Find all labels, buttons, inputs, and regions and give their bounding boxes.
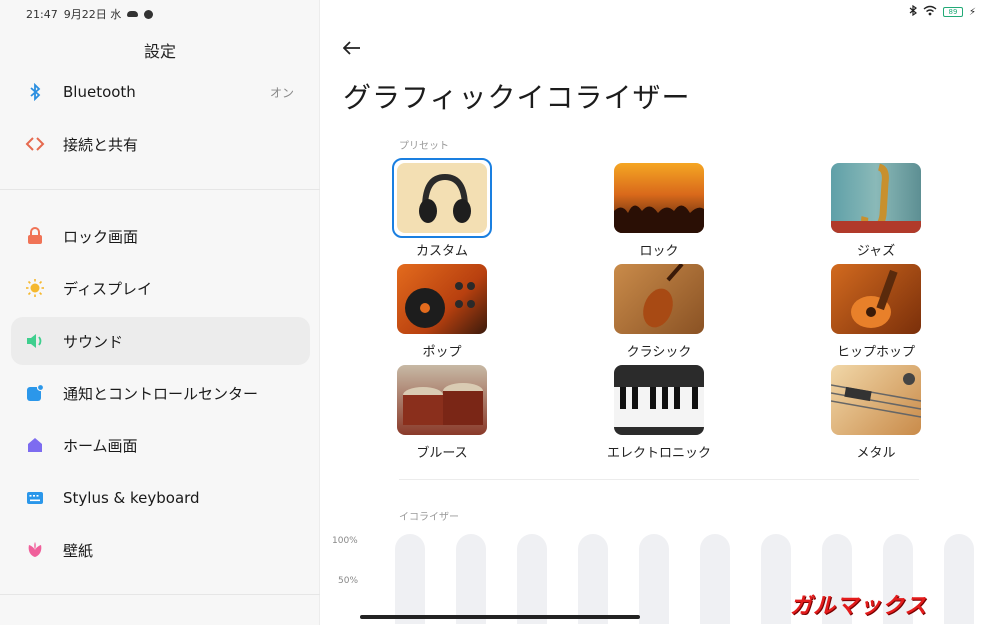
sidebar-item-label: 接続と共有 bbox=[63, 135, 139, 154]
settings-title: 設定 bbox=[143, 42, 176, 61]
settings-sidebar: 21:47 9月22日 水 設定 Bluetooth オン 接続と共有 ロック画… bbox=[0, 0, 320, 625]
sidebar-item-display[interactable]: ディスプレイ bbox=[11, 264, 310, 312]
preset-thumb-frame bbox=[826, 158, 926, 238]
headphones-image bbox=[397, 163, 487, 233]
preset-classic[interactable]: クラシック bbox=[594, 259, 724, 360]
sidebar-item-bluetooth[interactable]: Bluetooth オン bbox=[11, 68, 310, 116]
arrow-left-icon bbox=[343, 41, 360, 55]
saxophone-image bbox=[831, 163, 921, 233]
preset-electronic[interactable]: エレクトロニック bbox=[594, 360, 724, 461]
divider bbox=[0, 594, 320, 595]
sidebar-item-label: ホーム画面 bbox=[63, 436, 138, 455]
preset-label: ポップ bbox=[422, 345, 462, 360]
violin-image bbox=[614, 264, 704, 334]
eq-band-slider[interactable] bbox=[578, 534, 608, 624]
status-bar-right: 89 ⚡ bbox=[909, 4, 976, 19]
wifi-icon bbox=[923, 5, 937, 19]
preset-jazz[interactable]: ジャズ bbox=[811, 158, 941, 259]
preset-label: ジャズ bbox=[856, 244, 896, 259]
bluetooth-status-icon bbox=[909, 4, 917, 19]
preset-pop[interactable]: ポップ bbox=[377, 259, 507, 360]
sidebar-item-label: 通知とコントロールセンター bbox=[63, 384, 259, 403]
battery-level: 89 bbox=[948, 8, 958, 16]
charging-icon: ⚡ bbox=[968, 6, 976, 18]
preset-thumb-frame bbox=[826, 259, 926, 339]
preset-thumb-frame bbox=[609, 158, 709, 238]
eq-band-slider[interactable] bbox=[517, 534, 547, 624]
sidebar-item-lock-screen[interactable]: ロック画面 bbox=[11, 212, 310, 260]
preset-label: メタル bbox=[856, 446, 896, 461]
sidebar-item-stylus-keyboard[interactable]: Stylus & keyboard bbox=[11, 474, 310, 522]
battery-icon: 89 bbox=[942, 7, 963, 17]
eq-band-slider[interactable] bbox=[639, 534, 669, 624]
axis-label-100: 100% bbox=[332, 536, 358, 546]
cloud-icon bbox=[127, 11, 139, 17]
eq-band-slider[interactable] bbox=[700, 534, 730, 624]
divider bbox=[399, 479, 919, 480]
sidebar-item-label: 壁紙 bbox=[63, 541, 94, 560]
preset-label: ロック bbox=[639, 244, 679, 259]
sidebar-item-sound[interactable]: サウンド bbox=[11, 317, 310, 365]
sidebar-item-wallpaper[interactable]: 壁紙 bbox=[11, 526, 310, 574]
concert-image bbox=[614, 163, 704, 233]
divider bbox=[0, 189, 320, 190]
date: 9月22日 水 bbox=[63, 8, 122, 21]
preset-label: ブルース bbox=[416, 446, 468, 461]
notification-icon bbox=[25, 383, 45, 403]
share-icon bbox=[25, 134, 45, 154]
clock: 21:47 bbox=[26, 7, 58, 21]
home-icon bbox=[25, 435, 45, 455]
eq-band-slider[interactable] bbox=[395, 534, 425, 624]
preset-thumb-frame bbox=[392, 259, 492, 339]
home-indicator[interactable] bbox=[360, 615, 640, 619]
preset-rock[interactable]: ロック bbox=[594, 158, 724, 259]
sidebar-item-label: Stylus & keyboard bbox=[63, 489, 200, 507]
preset-metal[interactable]: メタル bbox=[811, 360, 941, 461]
preset-custom[interactable]: カスタム bbox=[377, 158, 507, 259]
preset-thumb-frame bbox=[609, 259, 709, 339]
eq-band-slider[interactable] bbox=[761, 534, 791, 624]
keyboard-icon bbox=[25, 488, 45, 508]
equalizer-page: 89 ⚡ グラフィックイコライザー プリセット カスタム ロック ジャズ ポップ… bbox=[321, 0, 1000, 625]
keyboard-piano-image bbox=[614, 365, 704, 435]
preset-label: ヒップホップ bbox=[836, 345, 915, 360]
lock-icon bbox=[25, 226, 45, 246]
presets-section-label: プリセット bbox=[399, 141, 449, 152]
sidebar-item-label: サウンド bbox=[63, 332, 124, 351]
preset-label: クラシック bbox=[626, 345, 692, 360]
watermark-logo: ガルマックス bbox=[790, 594, 928, 619]
status-bar-left: 21:47 9月22日 水 bbox=[26, 6, 154, 22]
bluetooth-icon bbox=[25, 82, 45, 102]
axis-label-50: 50% bbox=[338, 576, 359, 586]
notification-dot-icon bbox=[144, 9, 154, 19]
sidebar-item-home-screen[interactable]: ホーム画面 bbox=[11, 421, 310, 469]
guitar-image bbox=[831, 264, 921, 334]
equalizer-section-label: イコライザー bbox=[399, 512, 459, 523]
preset-thumb-frame bbox=[392, 360, 492, 440]
sidebar-item-connection-sharing[interactable]: 接続と共有 bbox=[11, 120, 310, 168]
drums-image bbox=[397, 365, 487, 435]
sidebar-item-notifications[interactable]: 通知とコントロールセンター bbox=[11, 369, 310, 417]
preset-label: カスタム bbox=[415, 244, 468, 259]
back-button[interactable] bbox=[339, 35, 365, 61]
turntable-image bbox=[397, 264, 487, 334]
sidebar-item-label: ディスプレイ bbox=[63, 279, 152, 298]
sidebar-item-label: ロック画面 bbox=[63, 227, 139, 246]
speaker-icon bbox=[25, 331, 45, 351]
preset-thumb-frame bbox=[609, 360, 709, 440]
preset-hiphop[interactable]: ヒップホップ bbox=[811, 259, 941, 360]
guitar-strings-image bbox=[831, 365, 921, 435]
eq-band-slider[interactable] bbox=[944, 534, 974, 624]
preset-label: エレクトロニック bbox=[606, 446, 711, 461]
bluetooth-status: オン bbox=[269, 85, 294, 100]
sun-icon bbox=[25, 278, 45, 298]
page-title: グラフィックイコライザー bbox=[343, 81, 691, 114]
flower-icon bbox=[25, 540, 45, 560]
sidebar-item-label: Bluetooth bbox=[63, 83, 136, 101]
preset-thumb-frame bbox=[392, 158, 492, 238]
eq-band-slider[interactable] bbox=[456, 534, 486, 624]
preset-blues[interactable]: ブルース bbox=[377, 360, 507, 461]
preset-thumb-frame bbox=[826, 360, 926, 440]
